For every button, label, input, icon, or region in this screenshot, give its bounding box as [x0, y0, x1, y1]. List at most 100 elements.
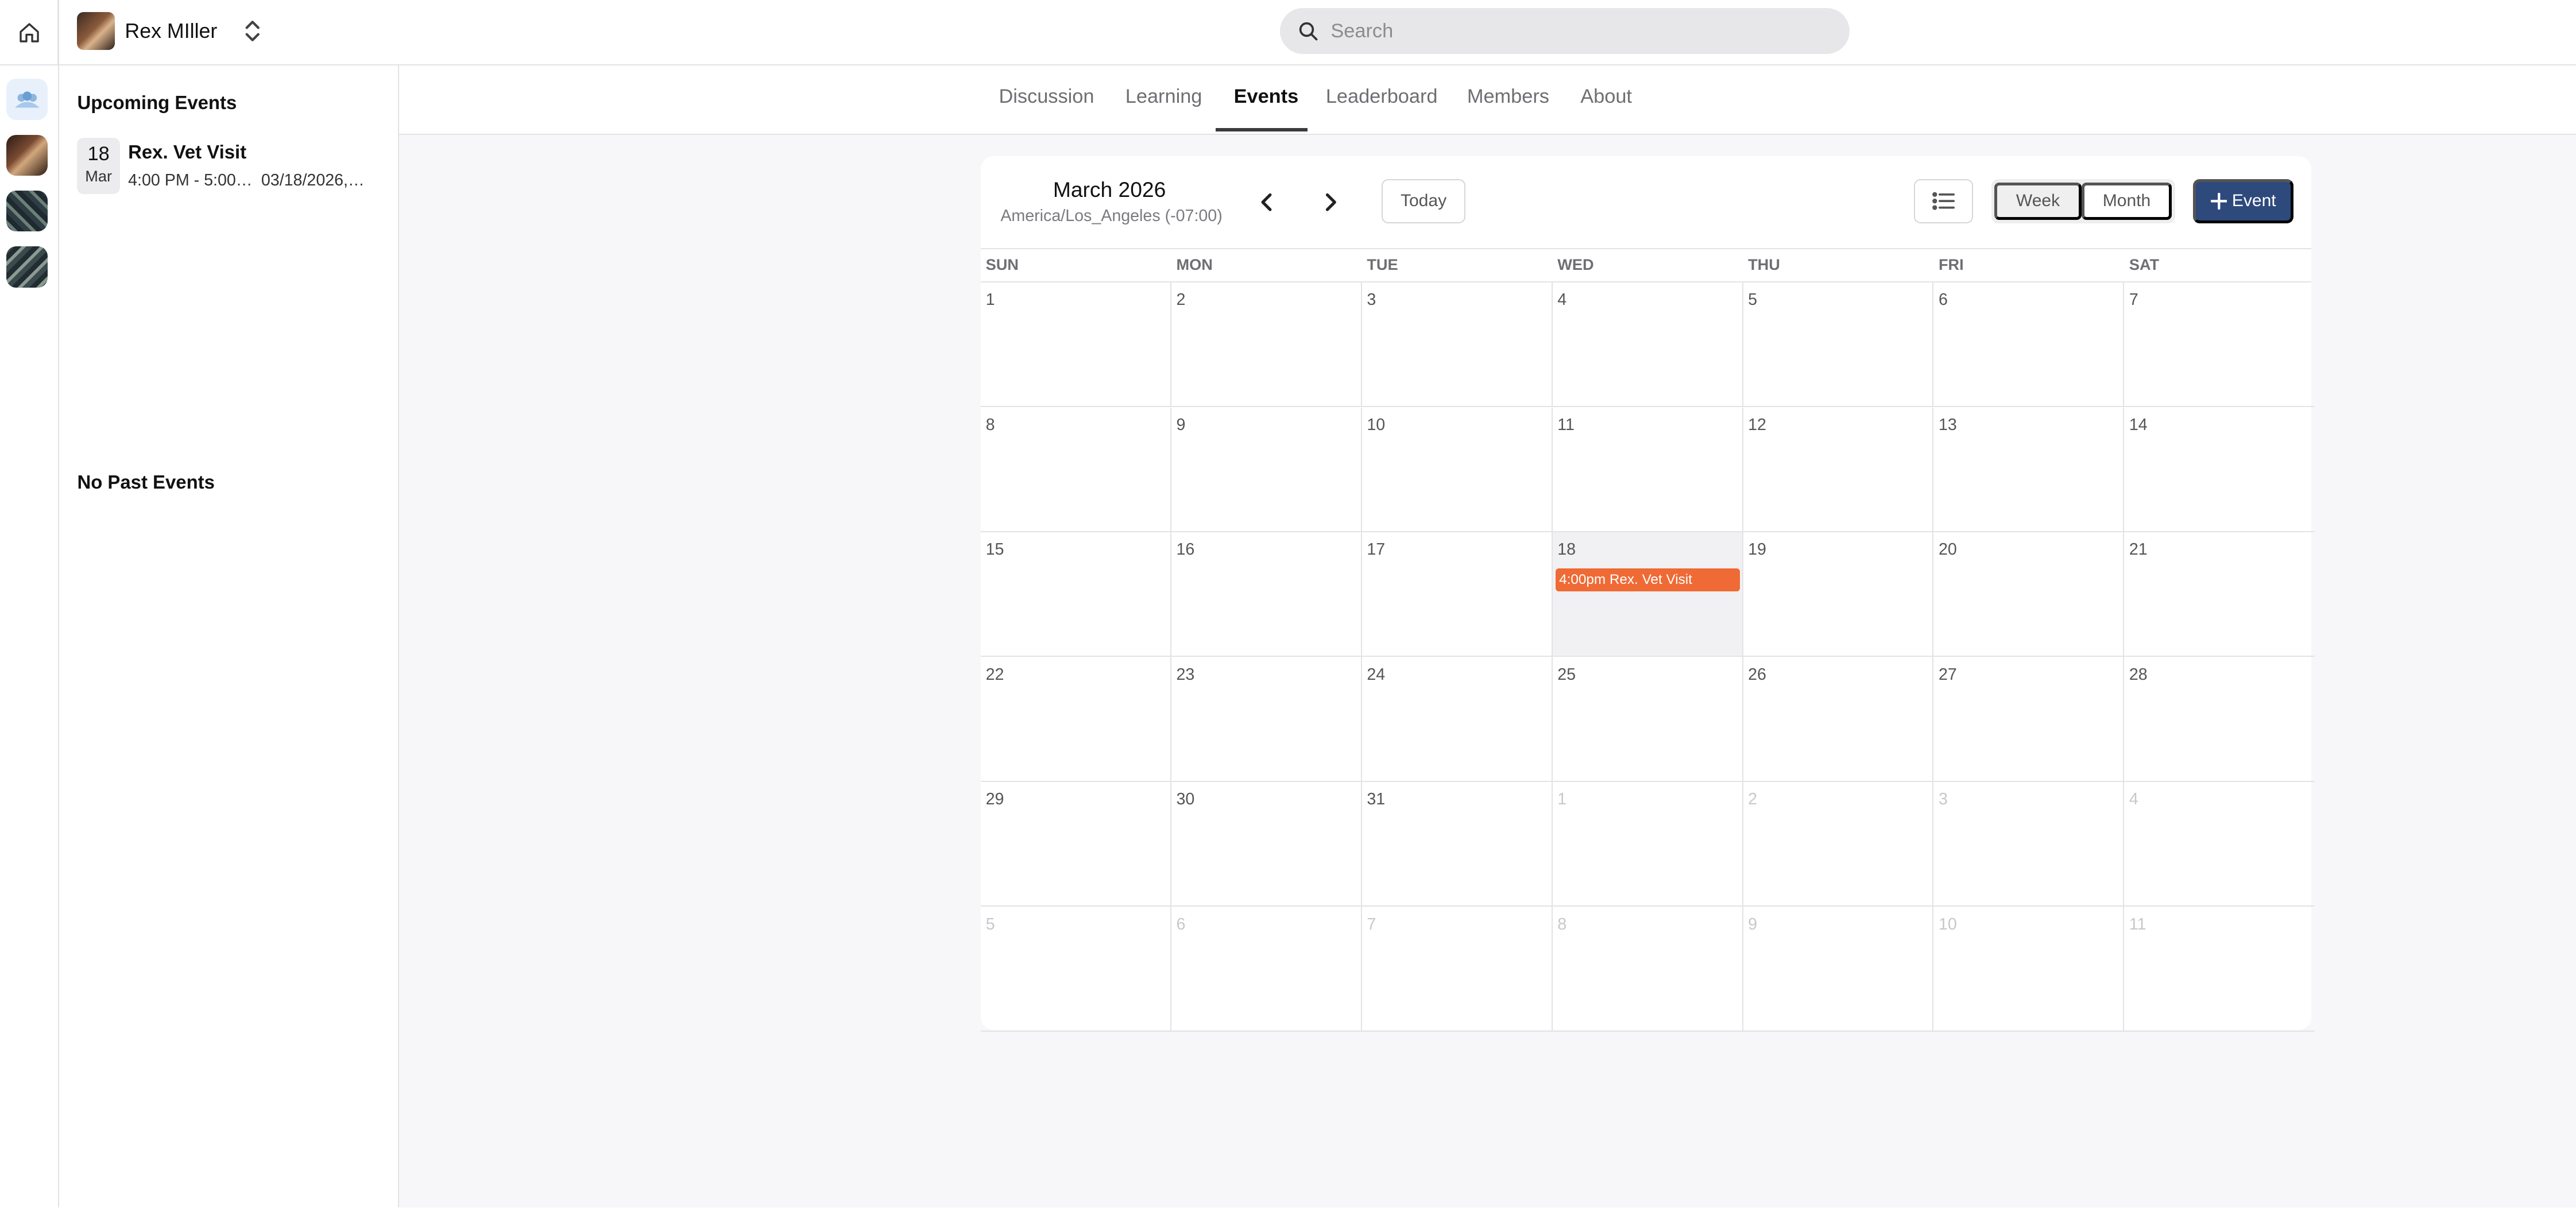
- search-input[interactable]: [1330, 20, 1808, 42]
- rail-community-3[interactable]: [6, 190, 48, 232]
- calendar-day-cell[interactable]: 13: [1933, 407, 2125, 532]
- day-number: 5: [1748, 291, 1757, 309]
- calendar-day-cell[interactable]: 6: [1933, 282, 2125, 408]
- calendar-day-cell[interactable]: 11: [1552, 407, 1743, 532]
- calendar-day-cell[interactable]: 31: [1362, 781, 1553, 907]
- day-number: 1: [985, 291, 995, 309]
- tab-learning[interactable]: Learning: [1125, 86, 1202, 108]
- calendar-day-cell[interactable]: 29: [981, 781, 1171, 907]
- tab-events[interactable]: Events: [1234, 86, 1299, 108]
- calendar-day-cell[interactable]: 23: [1171, 657, 1362, 782]
- calendar-event-chip[interactable]: 4:00pm Rex. Vet Visit: [1556, 568, 1740, 591]
- calendar-day-cell[interactable]: 24: [1362, 657, 1553, 782]
- day-number: 4: [2129, 790, 2138, 809]
- event-date-badge: 18 Mar: [77, 138, 120, 194]
- previous-month-button[interactable]: [1254, 189, 1280, 215]
- upcoming-event-item[interactable]: 18 Mar Rex. Vet Visit 4:00 PM - 5:00… 03…: [77, 138, 389, 194]
- day-number: 31: [1367, 790, 1386, 809]
- home-button[interactable]: [0, 0, 59, 65]
- list-view-button[interactable]: [1914, 179, 1974, 224]
- day-number: 5: [985, 915, 995, 934]
- day-number: 20: [1938, 540, 1957, 559]
- calendar-day-cell[interactable]: 5: [981, 907, 1171, 1032]
- calendar-day-cell[interactable]: 2: [1743, 781, 1934, 907]
- calendar-day-cell[interactable]: 8: [1552, 907, 1743, 1032]
- month-view-button[interactable]: Month: [2081, 182, 2172, 220]
- view-toggle: Week Month: [1991, 179, 2175, 224]
- calendar-day-cell[interactable]: 9: [1171, 407, 1362, 532]
- calendar-day-cell[interactable]: 15: [981, 532, 1171, 657]
- calendar-day-cell[interactable]: 3: [1362, 282, 1553, 408]
- next-month-button[interactable]: [1318, 189, 1344, 215]
- calendar-day-cell[interactable]: 4: [1552, 282, 1743, 408]
- calendar-day-cell[interactable]: 7: [2124, 282, 2315, 408]
- tab-members[interactable]: Members: [1467, 86, 1549, 108]
- day-number: 3: [1938, 790, 1948, 809]
- calendar-month-title: March 2026: [1053, 177, 1166, 202]
- calendar-day-cell[interactable]: 25: [1552, 657, 1743, 782]
- day-number: 9: [1748, 915, 1757, 934]
- weekday-wed: WED: [1557, 255, 1594, 274]
- calendar-day-cell[interactable]: 7: [1362, 907, 1553, 1032]
- weekday-fri: FRI: [1938, 255, 1964, 274]
- calendar-card: March 2026 America/Los_Angeles (-07:00) …: [981, 156, 2315, 1032]
- search-icon: [1299, 22, 1318, 41]
- app: Rex MIller Upcoming Events 18 Mar Rex. V…: [0, 0, 2576, 1207]
- rail-community-2[interactable]: [6, 134, 48, 176]
- calendar-day-cell[interactable]: 9: [1743, 907, 1934, 1032]
- calendar-day-cell[interactable]: 3: [1933, 781, 2125, 907]
- calendar-day-cell[interactable]: 8: [981, 407, 1171, 532]
- calendar-day-cell[interactable]: 10: [1933, 907, 2125, 1032]
- tab-about[interactable]: About: [1580, 86, 1632, 108]
- day-number: 16: [1176, 540, 1195, 559]
- day-number: 9: [1176, 415, 1186, 434]
- search-bar[interactable]: [1279, 8, 1850, 55]
- calendar-day-cell[interactable]: 16: [1171, 532, 1362, 657]
- calendar-day-cell[interactable]: 5: [1743, 282, 1934, 408]
- calendar-day-cell[interactable]: 18 4:00pm Rex. Vet Visit: [1552, 532, 1743, 657]
- day-number: 7: [2129, 291, 2138, 309]
- calendar-day-cell[interactable]: 11: [2124, 907, 2315, 1032]
- tab-leaderboard[interactable]: Leaderboard: [1326, 86, 1438, 108]
- tab-discussion[interactable]: Discussion: [999, 86, 1094, 108]
- day-number: 8: [1557, 915, 1567, 934]
- calendar-day-cell[interactable]: 6: [1171, 907, 1362, 1032]
- upcoming-events-heading: Upcoming Events: [77, 92, 237, 114]
- calendar-day-cell[interactable]: 4: [2124, 782, 2315, 907]
- calendar-day-cell[interactable]: 19: [1743, 532, 1934, 657]
- day-number: 12: [1748, 415, 1766, 434]
- rail-community-4[interactable]: [6, 246, 48, 288]
- calendar-day-cell[interactable]: 17: [1362, 532, 1553, 657]
- calendar-day-cell[interactable]: 1: [981, 282, 1171, 408]
- profile-switcher[interactable]: Rex MIller: [77, 11, 261, 51]
- calendar-day-cell[interactable]: 1: [1552, 781, 1743, 907]
- calendar-day-cell[interactable]: 22: [981, 657, 1171, 782]
- add-event-button[interactable]: Event: [2193, 179, 2293, 224]
- day-number: 6: [1938, 291, 1948, 309]
- weekday-thu: THU: [1748, 255, 1780, 274]
- calendar-day-cell[interactable]: 2: [1171, 282, 1362, 408]
- day-number: 30: [1176, 790, 1195, 809]
- day-number: 18: [1557, 540, 1576, 559]
- calendar-day-cell[interactable]: 27: [1933, 657, 2125, 782]
- today-button[interactable]: Today: [1382, 179, 1465, 224]
- calendar-day-cell[interactable]: 12: [1743, 407, 1934, 532]
- calendar-day-cell[interactable]: 20: [1933, 532, 2125, 657]
- week-view-button[interactable]: Week: [1994, 182, 2082, 220]
- community-icon: [14, 91, 40, 108]
- weekday-sat: SAT: [2129, 255, 2160, 274]
- community-rail: [0, 65, 59, 1207]
- day-number: 13: [1938, 415, 1957, 434]
- rail-community-1[interactable]: [6, 79, 48, 120]
- day-number: 17: [1367, 540, 1386, 559]
- calendar-day-cell[interactable]: 26: [1743, 657, 1934, 782]
- day-number: 1: [1557, 790, 1567, 809]
- chevron-up-down-icon[interactable]: [243, 20, 261, 42]
- calendar-day-cell[interactable]: 30: [1171, 781, 1362, 907]
- calendar-day-cell[interactable]: 14: [2124, 408, 2315, 532]
- calendar-day-cell[interactable]: 10: [1362, 407, 1553, 532]
- active-tab-indicator: [1216, 128, 1308, 131]
- day-number: 7: [1367, 915, 1376, 934]
- calendar-day-cell[interactable]: 21: [2124, 532, 2315, 657]
- calendar-day-cell[interactable]: 28: [2124, 657, 2315, 782]
